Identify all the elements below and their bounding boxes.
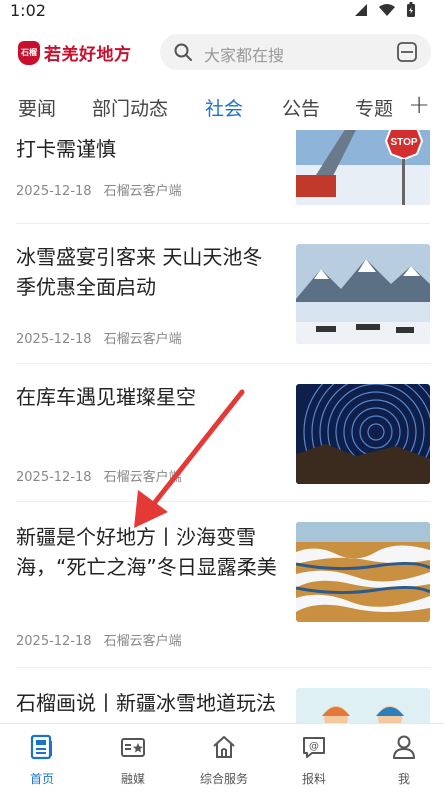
article-source: 石榴云客户端 — [103, 634, 182, 649]
star-trails-image — [296, 384, 430, 484]
tab-shehui[interactable]: 社会 — [205, 94, 243, 121]
svg-text:STOP: STOP — [390, 137, 417, 148]
article-meta: 2025-12-18 石榴云客户端 — [16, 630, 182, 649]
search-input[interactable]: 大家都在搜 — [160, 34, 431, 70]
nav-home[interactable]: 首页 — [7, 734, 77, 787]
article-thumbnail — [296, 384, 430, 484]
search-icon — [174, 43, 192, 61]
nav-label: 报料 — [301, 772, 326, 786]
status-icons — [354, 2, 416, 18]
article-thumbnail — [296, 522, 430, 622]
news-feed[interactable]: 打卡需谨慎 2025-12-18 石榴云客户端 STOP 冰雪盛宴引客来 天山天池… — [0, 130, 444, 723]
article-date: 2025-12-18 — [16, 470, 92, 485]
nav-me[interactable]: 我 — [369, 734, 439, 787]
article-title: 打卡需谨慎 — [16, 137, 116, 161]
chat-at-icon: @ — [303, 737, 325, 758]
list-item[interactable]: 新疆是个好地方丨沙海变雪海，“死亡之海”冬日显露柔美 2025-12-18 石榴云… — [16, 502, 430, 668]
article-source: 石榴云客户端 — [103, 470, 182, 485]
article-date: 2025-12-18 — [16, 634, 92, 649]
nav-media[interactable]: 融媒 — [98, 734, 168, 787]
article-meta: 2025-12-18 石榴云客户端 — [16, 180, 182, 199]
media-star-icon — [121, 738, 145, 757]
stop-sign-snow-image: STOP — [296, 130, 430, 205]
article-title: 新疆是个好地方丨沙海变雪海，“死亡之海”冬日显露柔美 — [16, 525, 277, 579]
nav-label: 综合服务 — [199, 772, 248, 786]
app-title: 若羌好地方 — [44, 45, 132, 65]
article-date: 2025-12-18 — [16, 332, 92, 347]
list-item[interactable]: 冰雪盛宴引客来 天山天池冬季优惠全面启动 2025-12-18 石榴云客户端 — [16, 224, 430, 364]
wifi-icon — [379, 4, 395, 16]
bottom-nav: 首页 融媒 综合服务 @ 报料 我 — [0, 723, 444, 792]
list-item[interactable]: 石榴画说丨新疆冰雪地道玩法 — [16, 668, 430, 723]
nav-label: 我 — [397, 772, 410, 786]
house-icon — [213, 736, 235, 758]
category-tabs: 要闻 部门动态 社会 公告 专题 + — [0, 86, 444, 130]
tab-bumen-dongtai[interactable]: 部门动态 — [92, 94, 168, 121]
article-title: 冰雪盛宴引客来 天山天池冬季优惠全面启动 — [16, 245, 263, 299]
scan-icon[interactable] — [397, 42, 417, 62]
signal-icon — [355, 4, 367, 16]
pomegranate-logo-icon: 石榴 — [18, 40, 40, 65]
article-thumbnail — [296, 244, 430, 344]
article-source: 石榴云客户端 — [103, 184, 182, 199]
snowy-desert-image — [296, 522, 430, 622]
battery-icon — [407, 2, 415, 17]
app-logo[interactable]: 石榴 若羌好地方 — [18, 40, 132, 65]
article-title: 石榴画说丨新疆冰雪地道玩法 — [16, 691, 276, 715]
nav-label: 首页 — [29, 772, 54, 786]
article-thumbnail — [296, 688, 430, 723]
svg-text:@: @ — [309, 741, 319, 752]
tab-yaowen[interactable]: 要闻 — [18, 94, 56, 121]
user-icon — [393, 735, 415, 759]
nav-label: 融媒 — [120, 772, 145, 786]
article-meta: 2025-12-18 石榴云客户端 — [16, 328, 182, 347]
add-tab-button[interactable]: + — [408, 90, 430, 120]
article-title: 在库车遇见璀璨星空 — [16, 385, 196, 409]
article-source: 石榴云客户端 — [103, 332, 182, 347]
tianchi-lake-image — [296, 244, 430, 344]
article-thumbnail: STOP — [296, 130, 430, 205]
search-placeholder: 大家都在搜 — [204, 46, 285, 65]
tab-gonggao[interactable]: 公告 — [282, 94, 320, 121]
tab-zhuanti[interactable]: 专题 — [355, 94, 393, 121]
status-bar: 1:02 — [0, 0, 444, 24]
app-header: 石榴 若羌好地方 大家都在搜 — [0, 28, 444, 76]
illustration-couple-image — [296, 688, 430, 723]
home-doc-icon — [30, 734, 52, 760]
nav-services[interactable]: 综合服务 — [189, 734, 259, 787]
list-item[interactable]: 打卡需谨慎 2025-12-18 石榴云客户端 STOP — [16, 130, 430, 224]
list-item[interactable]: 在库车遇见璀璨星空 2025-12-18 石榴云客户端 — [16, 364, 430, 502]
status-time: 1:02 — [10, 1, 46, 20]
article-date: 2025-12-18 — [16, 184, 92, 199]
article-meta: 2025-12-18 石榴云客户端 — [16, 466, 182, 485]
nav-report[interactable]: @ 报料 — [279, 734, 349, 787]
